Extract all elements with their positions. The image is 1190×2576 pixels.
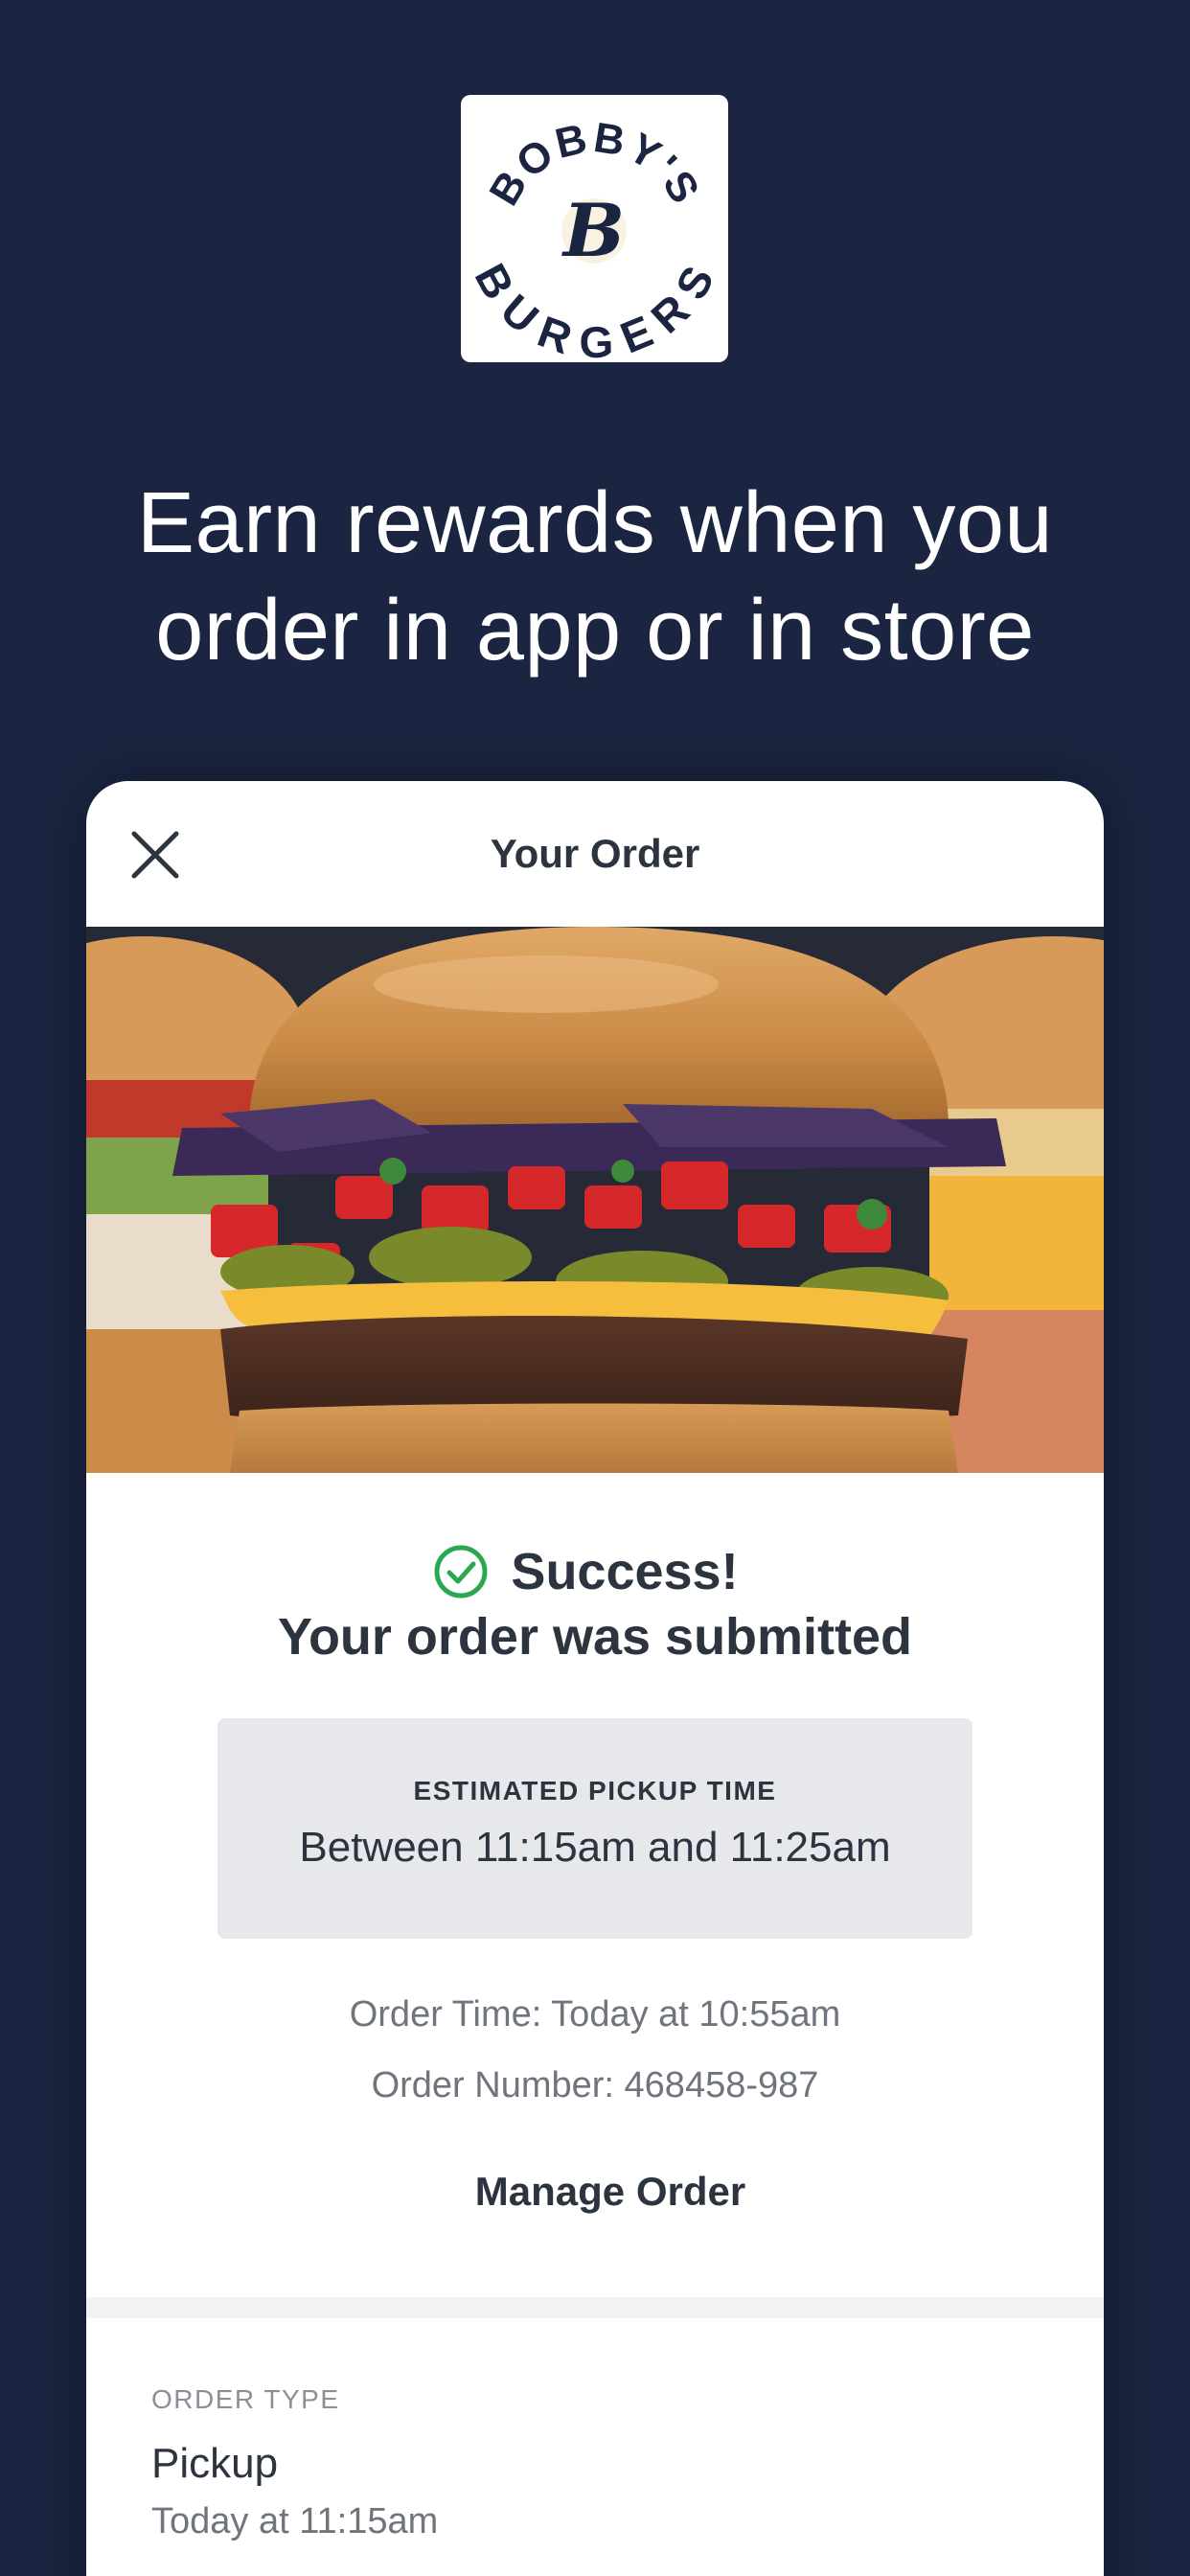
bobbys-burgers-logo: BOBBY'S BURGERS B xyxy=(466,114,722,362)
order-number: Order Number: 468458-987 xyxy=(371,2065,819,2105)
svg-text:B: B xyxy=(561,188,625,273)
brand-logo: BOBBY'S BURGERS B xyxy=(461,95,728,362)
check-circle-icon xyxy=(434,1545,488,1598)
order-type-value: Pickup xyxy=(151,2440,279,2487)
card-title: Your Order xyxy=(490,831,700,876)
close-button[interactable] xyxy=(125,824,186,886)
success-heading: Success! xyxy=(86,1540,1104,1603)
section-divider xyxy=(86,2297,1104,2318)
success-title: Success! xyxy=(511,1543,739,1600)
manage-order-button[interactable]: Manage Order xyxy=(409,2163,812,2220)
success-subtitle: Your order was submitted xyxy=(277,1608,913,1666)
card-header: Your Order xyxy=(86,781,1104,927)
pickup-time-box: ESTIMATED PICKUP TIME Between 11:15am an… xyxy=(217,1718,973,1939)
order-time: Order Time: Today at 10:55am xyxy=(349,1994,841,2035)
order-type-label: ORDER TYPE xyxy=(151,2384,340,2414)
order-type-time: Today at 11:15am xyxy=(151,2501,439,2542)
headline-line-2: order in app or in store xyxy=(155,583,1035,678)
promo-screen: BOBBY'S BURGERS B Earn rewards when you … xyxy=(0,0,1190,2576)
headline-line-1: Earn rewards when you xyxy=(137,475,1053,571)
pickup-label: ESTIMATED PICKUP TIME xyxy=(413,1776,777,1806)
close-icon xyxy=(131,831,179,879)
order-confirmation-card: Your Order Success! Your order was submi… xyxy=(86,781,1104,2576)
rewards-headline: Earn rewards when you order in app or in… xyxy=(57,470,1133,684)
pickup-value: Between 11:15am and 11:25am xyxy=(299,1824,891,1871)
order-type-section: ORDER TYPE Pickup Today at 11:15am xyxy=(151,2384,438,2542)
success-section: Success! Your order was submitted ESTIMA… xyxy=(86,1473,1104,2220)
burger-hero-image xyxy=(86,927,1104,1473)
